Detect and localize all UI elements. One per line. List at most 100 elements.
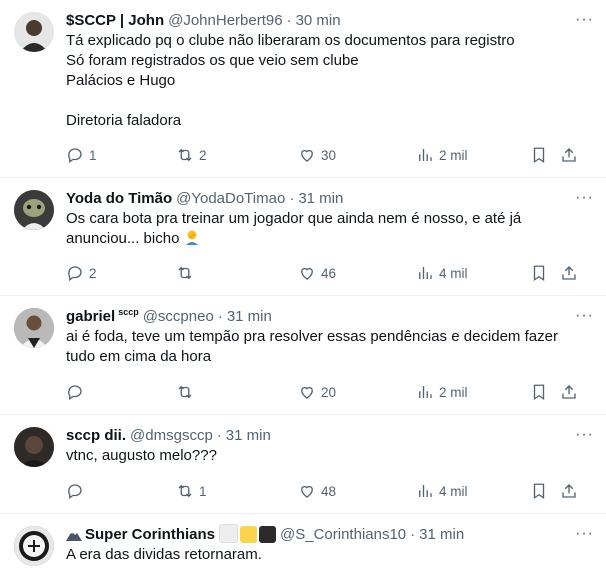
like-button[interactable]: 20 — [298, 382, 336, 402]
repost-icon — [178, 148, 192, 162]
avatar[interactable] — [14, 308, 54, 348]
views-button[interactable]: 2 mil — [416, 382, 468, 402]
share-icon — [562, 148, 576, 162]
views-icon — [419, 267, 432, 279]
timestamp[interactable]: 31 min — [227, 308, 272, 325]
tweet-text: vtnc, augusto melo??? — [66, 446, 594, 466]
like-count: 30 — [321, 147, 337, 163]
repost-button[interactable]: 1 — [176, 481, 207, 501]
repost-button[interactable]: 2 — [176, 145, 207, 165]
bookmark-button[interactable] — [530, 481, 548, 501]
tweet-actions: 1 2 30 2 mil — [66, 145, 584, 165]
share-icon — [562, 385, 576, 399]
tweet[interactable]: Yoda do Timão @YodaDoTimao · 31 min ··· … — [0, 178, 606, 296]
reply-icon — [68, 385, 82, 401]
avatar[interactable] — [14, 526, 54, 566]
more-dots-icon[interactable]: ··· — [575, 524, 594, 544]
more-dots-icon[interactable]: ··· — [575, 306, 594, 326]
timestamp[interactable]: 30 min — [296, 12, 341, 29]
tweet-text-line: vtnc, augusto melo??? — [66, 447, 217, 464]
like-count: 46 — [321, 265, 337, 281]
reply-button[interactable]: 2 — [66, 263, 97, 283]
tweet-actions: 2 46 4 mil — [66, 263, 584, 283]
author-handle[interactable]: @S_Corinthians10 — [280, 526, 406, 543]
more-dots-icon[interactable]: ··· — [575, 425, 594, 445]
tweet-text-line: Diretoria faladora — [66, 112, 182, 129]
reply-button[interactable] — [66, 382, 89, 402]
bookmark-icon — [533, 384, 545, 401]
tweet[interactable]: sccp dii. @dmsgsccp · 31 min ··· vtnc, a… — [0, 415, 606, 514]
author-handle[interactable]: @dmsgsccp — [130, 427, 213, 444]
views-button[interactable]: 2 mil — [416, 145, 468, 165]
avatar[interactable] — [14, 427, 54, 467]
view-count: 2 mil — [439, 147, 468, 163]
reply-button[interactable]: 1 — [66, 145, 97, 165]
share-button[interactable] — [560, 263, 578, 283]
views-button[interactable]: 4 mil — [416, 481, 468, 501]
bookmark-button[interactable] — [530, 382, 548, 402]
author-name[interactable]: sccp dii. — [66, 427, 126, 444]
tweet[interactable]: $SCCP | John @JohnHerbert96 · 30 min ···… — [0, 0, 606, 178]
name-badges — [217, 524, 277, 544]
views-button[interactable]: 4 mil — [416, 263, 468, 283]
repost-icon — [178, 266, 192, 280]
author-name[interactable]: Super Corinthians — [85, 526, 215, 543]
person-facepalming-icon — [185, 230, 198, 245]
reply-button[interactable] — [66, 481, 89, 501]
tweet[interactable]: gabriel sccp @sccpneo · 31 min ··· ai é f… — [0, 296, 606, 415]
timestamp[interactable]: 31 min — [226, 427, 271, 444]
like-count: 48 — [321, 483, 337, 499]
tweet-text: A era das dividas retornaram. — [66, 545, 594, 565]
heart-icon — [301, 386, 313, 399]
view-count: 2 mil — [439, 384, 468, 400]
repost-icon — [178, 385, 192, 399]
bookmark-icon — [533, 483, 545, 500]
bookmark-button[interactable] — [530, 263, 548, 283]
bookmark-button[interactable] — [530, 145, 548, 165]
author-handle[interactable]: @JohnHerbert96 — [168, 12, 282, 29]
tweet-text-line: A era das dividas retornaram. — [66, 546, 262, 563]
views-icon — [419, 485, 432, 497]
avatar[interactable] — [14, 12, 54, 52]
repost-button[interactable] — [176, 263, 199, 283]
tweet-header: gabriel sccp @sccpneo · 31 min — [66, 306, 594, 326]
white-square-icon — [219, 524, 239, 543]
author-name[interactable]: $SCCP | John — [66, 12, 164, 29]
tweet-text-fragment: anunciou... bicho — [66, 230, 180, 247]
repost-count: 2 — [199, 147, 207, 163]
tweet-text-line: Palácios e Hugo — [66, 72, 176, 89]
more-dots-icon[interactable]: ··· — [575, 10, 594, 30]
share-button[interactable] — [560, 382, 578, 402]
like-button[interactable]: 48 — [298, 481, 336, 501]
more-dots-icon[interactable]: ··· — [575, 188, 594, 208]
tweet-text-line: Só foram registrados os que veio sem clu… — [66, 52, 359, 69]
repost-button[interactable] — [176, 382, 199, 402]
repost-icon — [178, 484, 192, 498]
separator-dot: · — [216, 426, 222, 444]
reply-icon — [68, 266, 82, 282]
tweet[interactable]: Super Corinthians @S_Corinthians10 · 31 … — [0, 514, 606, 580]
author-handle[interactable]: @YodaDoTimao — [176, 190, 285, 207]
share-button[interactable] — [560, 481, 578, 501]
mountain-icon — [66, 531, 82, 541]
author-name[interactable]: gabriel sccp — [66, 307, 139, 325]
like-button[interactable]: 30 — [298, 145, 336, 165]
avatar[interactable] — [14, 190, 54, 230]
heart-icon — [301, 149, 313, 162]
tweet-actions: 1 48 4 mil — [66, 481, 584, 501]
timestamp[interactable]: 31 min — [298, 190, 343, 207]
like-button[interactable]: 46 — [298, 263, 336, 283]
author-name-text: gabriel — [66, 308, 116, 325]
bookmark-icon — [533, 265, 545, 282]
view-count: 4 mil — [439, 483, 468, 499]
author-name[interactable]: Yoda do Timão — [66, 190, 172, 207]
share-button[interactable] — [560, 145, 578, 165]
tweet-header: Yoda do Timão @YodaDoTimao · 31 min — [66, 188, 594, 208]
name-suffix: sccp — [118, 307, 139, 317]
timestamp[interactable]: 31 min — [419, 526, 464, 543]
reply-count: 1 — [89, 147, 97, 163]
repost-count: 1 — [199, 483, 207, 499]
author-handle[interactable]: @sccpneo — [143, 308, 214, 325]
separator-dot: · — [410, 525, 416, 543]
like-count: 20 — [321, 384, 337, 400]
